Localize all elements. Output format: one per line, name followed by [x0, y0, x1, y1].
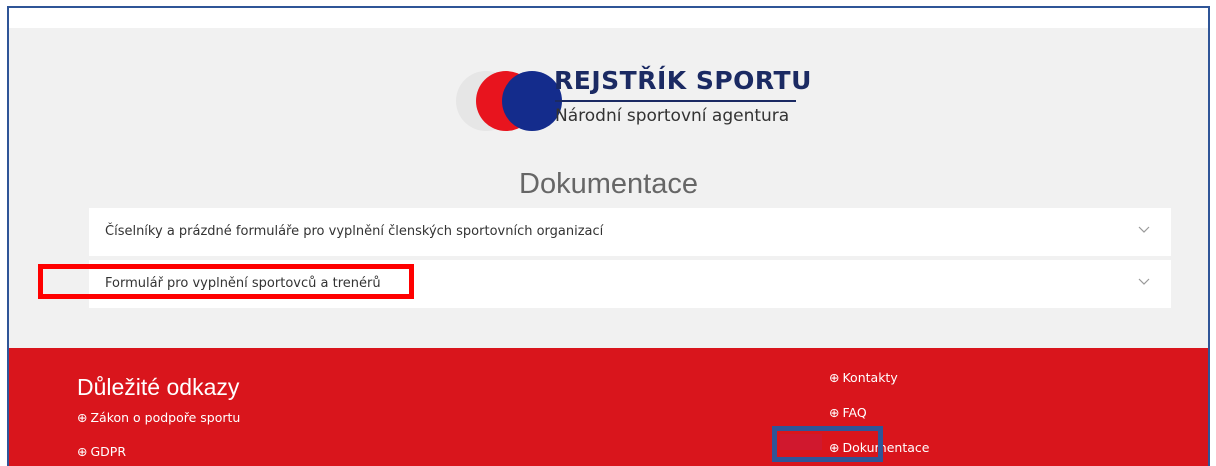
footer-link-label: FAQ: [842, 405, 867, 420]
footer-link-label: Zákon o podpoře sportu: [90, 410, 241, 425]
top-strip: [9, 8, 1208, 28]
chevron-down-icon: [1138, 226, 1150, 233]
footer-link-label: GDPR: [90, 444, 127, 459]
page-title: Dokumentace: [519, 168, 698, 200]
logo-blue-circle: [502, 71, 562, 131]
footer-link-label: Kontakty: [842, 370, 898, 385]
annotation-blue-box: [772, 426, 883, 462]
logo-subtitle: Národní sportovní agentura: [555, 106, 790, 126]
accordion-item-label: Číselníky a prázdné formuláře pro vyplně…: [105, 224, 604, 239]
site-logo[interactable]: REJSTŘÍK SPORTU Národní sportovní agentu…: [456, 66, 836, 136]
footer-link-kontakty[interactable]: ⊕ Kontakty: [829, 370, 898, 385]
footer: Důležité odkazy ⊕ Zákon o podpoře sportu …: [9, 348, 1208, 466]
browser-frame: REJSTŘÍK SPORTU Národní sportovní agentu…: [7, 6, 1210, 466]
footer-link-gdpr[interactable]: ⊕ GDPR: [77, 444, 126, 459]
logo-title: REJSTŘÍK SPORTU: [554, 66, 812, 95]
annotation-blue-box-fill: [780, 434, 822, 450]
annotation-red-box: [38, 264, 414, 299]
footer-heading: Důležité odkazy: [77, 374, 240, 400]
circle-arrow-right-icon: ⊕: [829, 405, 840, 420]
footer-link-zakon[interactable]: ⊕ Zákon o podpoře sportu: [77, 410, 240, 425]
circle-arrow-right-icon: ⊕: [77, 444, 88, 459]
circle-arrow-right-icon: ⊕: [829, 370, 840, 385]
accordion-item-ciselniky[interactable]: Číselníky a prázdné formuláře pro vyplně…: [89, 208, 1171, 256]
chevron-down-icon: [1138, 278, 1150, 285]
footer-link-faq[interactable]: ⊕ FAQ: [829, 405, 867, 420]
logo-divider: [555, 100, 796, 102]
circle-arrow-right-icon: ⊕: [77, 410, 88, 425]
